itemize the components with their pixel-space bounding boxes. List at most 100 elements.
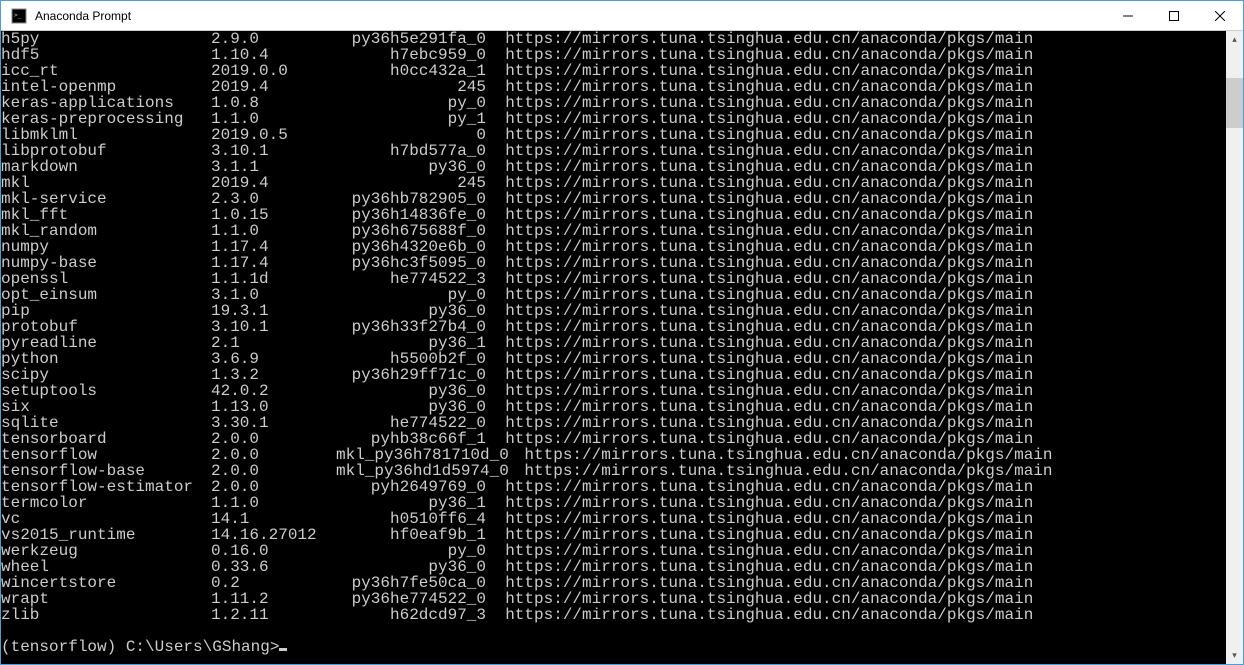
maximize-button[interactable]	[1151, 1, 1197, 30]
package-name: mkl-service	[1, 191, 211, 207]
package-channel-url: https://mirrors.tuna.tsinghua.edu.cn/ana…	[486, 383, 1226, 399]
package-row: python3.6.9h5500b2f_0 https://mirrors.tu…	[1, 351, 1226, 367]
package-version: 1.2.11	[211, 607, 336, 623]
package-channel-url: https://mirrors.tuna.tsinghua.edu.cn/ana…	[486, 511, 1226, 527]
package-name: numpy	[1, 239, 211, 255]
package-build: py_1	[336, 111, 486, 127]
package-name: wrapt	[1, 591, 211, 607]
package-row: zlib1.2.11h62dcd97_3 https://mirrors.tun…	[1, 607, 1226, 623]
package-row: opt_einsum3.1.0py_0 https://mirrors.tuna…	[1, 287, 1226, 303]
prompt-line[interactable]: (tensorflow) C:\Users\GShang>	[1, 639, 1226, 655]
scroll-down-arrow-icon[interactable]: ▾	[1226, 647, 1243, 664]
titlebar[interactable]: >_ Anaconda Prompt	[1, 1, 1243, 31]
package-build: py36h14836fe_0	[336, 207, 486, 223]
package-name: tensorflow	[1, 447, 211, 463]
terminal-area: h5py2.9.0py36h5e291fa_0 https://mirrors.…	[1, 31, 1243, 664]
package-row: mkl_random1.1.0py36h675688f_0 https://mi…	[1, 223, 1226, 239]
package-name: keras-preprocessing	[1, 111, 211, 127]
package-channel-url: https://mirrors.tuna.tsinghua.edu.cn/ana…	[486, 255, 1226, 271]
package-row: pip19.3.1py36_0 https://mirrors.tuna.tsi…	[1, 303, 1226, 319]
package-build: py36h675688f_0	[336, 223, 486, 239]
package-build: py36h4320e6b_0	[336, 239, 486, 255]
package-build: h0510ff6_4	[336, 511, 486, 527]
package-name: wincertstore	[1, 575, 211, 591]
scrollbar-track[interactable]	[1226, 48, 1243, 647]
package-build: he774522_3	[336, 271, 486, 287]
package-version: 2019.0.5	[211, 127, 336, 143]
package-build: py36_0	[336, 303, 486, 319]
package-build: py36_0	[336, 559, 486, 575]
package-channel-url: https://mirrors.tuna.tsinghua.edu.cn/ana…	[486, 431, 1226, 447]
package-channel-url: https://mirrors.tuna.tsinghua.edu.cn/ana…	[486, 447, 1226, 463]
package-row: tensorboard2.0.0pyhb38c66f_1 https://mir…	[1, 431, 1226, 447]
package-build: he774522_0	[336, 415, 486, 431]
package-name: vs2015_runtime	[1, 527, 211, 543]
package-build: mkl_py36hd1d5974_0	[336, 463, 486, 479]
package-channel-url: https://mirrors.tuna.tsinghua.edu.cn/ana…	[486, 559, 1226, 575]
package-version: 3.30.1	[211, 415, 336, 431]
package-version: 1.0.15	[211, 207, 336, 223]
package-version: 0.2	[211, 575, 336, 591]
package-version: 1.3.2	[211, 367, 336, 383]
package-name: openssl	[1, 271, 211, 287]
package-name: hdf5	[1, 47, 211, 63]
package-build: py36h29ff71c_0	[336, 367, 486, 383]
package-version: 1.1.0	[211, 223, 336, 239]
package-row: openssl1.1.1dhe774522_3 https://mirrors.…	[1, 271, 1226, 287]
package-row: wrapt1.11.2py36he774522_0 https://mirror…	[1, 591, 1226, 607]
package-version: 3.1.0	[211, 287, 336, 303]
package-name: vc	[1, 511, 211, 527]
package-build: py_0	[336, 543, 486, 559]
package-build: hf0eaf9b_1	[336, 527, 486, 543]
package-channel-url: https://mirrors.tuna.tsinghua.edu.cn/ana…	[486, 335, 1226, 351]
scroll-up-arrow-icon[interactable]: ▴	[1226, 31, 1243, 48]
package-build: py36h33f27b4_0	[336, 319, 486, 335]
package-row: werkzeug0.16.0py_0 https://mirrors.tuna.…	[1, 543, 1226, 559]
package-row: scipy1.3.2py36h29ff71c_0 https://mirrors…	[1, 367, 1226, 383]
package-row: vs2015_runtime14.16.27012hf0eaf9b_1 http…	[1, 527, 1226, 543]
package-name: icc_rt	[1, 63, 211, 79]
package-channel-url: https://mirrors.tuna.tsinghua.edu.cn/ana…	[486, 127, 1226, 143]
package-version: 2.9.0	[211, 31, 336, 47]
package-version: 1.10.4	[211, 47, 336, 63]
package-version: 1.13.0	[211, 399, 336, 415]
package-version: 2.0.0	[211, 463, 336, 479]
package-name: mkl_fft	[1, 207, 211, 223]
package-name: keras-applications	[1, 95, 211, 111]
package-row: intel-openmp2019.4245 https://mirrors.tu…	[1, 79, 1226, 95]
package-name: werkzeug	[1, 543, 211, 559]
package-row: libprotobuf3.10.1h7bd577a_0 https://mirr…	[1, 143, 1226, 159]
package-row: tensorflow-base2.0.0mkl_py36hd1d5974_0 h…	[1, 463, 1226, 479]
scrollbar[interactable]: ▴ ▾	[1226, 31, 1243, 664]
package-channel-url: https://mirrors.tuna.tsinghua.edu.cn/ana…	[486, 543, 1226, 559]
package-name: libmklml	[1, 127, 211, 143]
package-name: markdown	[1, 159, 211, 175]
minimize-button[interactable]	[1105, 1, 1151, 30]
cursor-icon	[279, 648, 287, 651]
package-build: mkl_py36h781710d_0	[336, 447, 486, 463]
package-build: pyh2649769_0	[336, 479, 486, 495]
package-build: py36_0	[336, 383, 486, 399]
package-channel-url: https://mirrors.tuna.tsinghua.edu.cn/ana…	[486, 367, 1226, 383]
package-version: 0.33.6	[211, 559, 336, 575]
scrollbar-thumb[interactable]	[1226, 78, 1243, 128]
package-channel-url: https://mirrors.tuna.tsinghua.edu.cn/ana…	[486, 191, 1226, 207]
package-build: py36_1	[336, 335, 486, 351]
package-build: 245	[336, 79, 486, 95]
package-name: pip	[1, 303, 211, 319]
package-name: python	[1, 351, 211, 367]
package-channel-url: https://mirrors.tuna.tsinghua.edu.cn/ana…	[486, 223, 1226, 239]
package-channel-url: https://mirrors.tuna.tsinghua.edu.cn/ana…	[486, 479, 1226, 495]
package-name: numpy-base	[1, 255, 211, 271]
package-name: tensorflow-estimator	[1, 479, 211, 495]
package-version: 0.16.0	[211, 543, 336, 559]
terminal-output[interactable]: h5py2.9.0py36h5e291fa_0 https://mirrors.…	[1, 31, 1226, 664]
package-build: h7bd577a_0	[336, 143, 486, 159]
package-build: py36_1	[336, 495, 486, 511]
package-build: pyhb38c66f_1	[336, 431, 486, 447]
package-version: 2019.4	[211, 79, 336, 95]
package-channel-url: https://mirrors.tuna.tsinghua.edu.cn/ana…	[486, 495, 1226, 511]
package-version: 1.1.0	[211, 111, 336, 127]
package-row: libmklml2019.0.50 https://mirrors.tuna.t…	[1, 127, 1226, 143]
close-button[interactable]	[1197, 1, 1243, 30]
